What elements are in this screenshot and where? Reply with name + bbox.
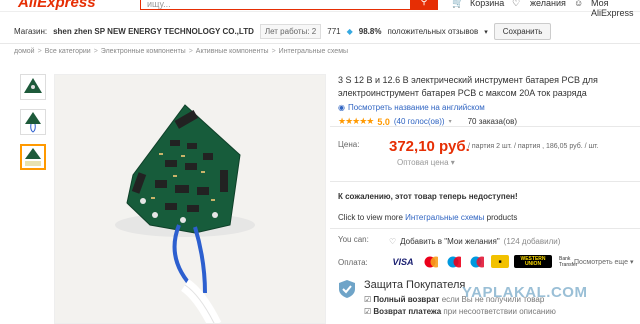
- return-line: ☑ Возврат платежа при несоответствии опи…: [364, 307, 556, 316]
- positive-percent: 98.8%: [358, 27, 382, 36]
- chevron-down-icon[interactable]: ▾: [484, 28, 488, 36]
- thumbnail-strip: [20, 74, 50, 179]
- mastercard-icon: [422, 255, 440, 268]
- view-more-suffix: products: [486, 213, 518, 222]
- breadcrumb-electronics[interactable]: Электронные компоненты: [101, 48, 186, 55]
- you-can-label: You can:: [338, 235, 369, 244]
- aliexpress-logo[interactable]: AliExpress: [18, 0, 96, 11]
- review-count[interactable]: (40 голос(ов)): [394, 117, 445, 126]
- heart-icon: ♡: [389, 237, 397, 246]
- store-years-badge: Лет работы: 2: [259, 24, 322, 39]
- product-thumbnail[interactable]: [20, 74, 46, 100]
- price: 372,10 руб.: [389, 138, 470, 155]
- check-icon: ☑: [364, 295, 372, 304]
- moneygram-icon: ■: [491, 255, 509, 268]
- store-name[interactable]: shen zhen SP NEW ENERGY TECHNOLOGY CO.,L…: [53, 27, 254, 36]
- search-input[interactable]: ищу...: [140, 0, 410, 10]
- view-more-row: Click to view more Интегральные схемы pr…: [338, 213, 517, 222]
- breadcrumb-active-components[interactable]: Активные компоненты: [196, 48, 269, 55]
- view-english-link[interactable]: ◉ Посмотреть название на английском: [338, 103, 638, 112]
- diamond-icon: ◆: [346, 27, 353, 36]
- breadcrumb-ics[interactable]: Интегральные схемы: [279, 48, 348, 55]
- price-unit: / партия 2 шт. / партия , 186,05 руб. / …: [468, 143, 599, 150]
- store-score: 771: [327, 27, 341, 36]
- search-icon: ⚲: [420, 0, 428, 7]
- store-bar: Магазин: shen zhen SP NEW ENERGY TECHNOL…: [0, 20, 640, 44]
- breadcrumb-separator: >: [188, 48, 193, 55]
- unavailable-notice: К сожалению, этот товар теперь недоступе…: [338, 192, 518, 201]
- positive-label: положительных отзывов: [387, 27, 479, 36]
- wishlist-count: (124 добавили): [503, 237, 561, 246]
- breadcrumb-separator: >: [93, 48, 98, 55]
- translate-icon: ◉: [338, 103, 345, 112]
- top-bar: AliExpress ищу... ⚲ 🛒 Корзина ♡ желания …: [0, 0, 640, 18]
- breadcrumb-separator: >: [37, 48, 42, 55]
- more-payment-link[interactable]: Посмотреть еще ▾: [574, 258, 633, 266]
- save-store-button[interactable]: Сохранить: [493, 23, 552, 40]
- visa-icon: VISA: [389, 255, 417, 268]
- wishlist-link[interactable]: желания: [530, 0, 566, 8]
- western-union-icon: WESTERN UNION: [514, 255, 552, 268]
- buyer-protection-title: Защита Покупателя: [364, 279, 466, 291]
- product-info: 3 S 12 В и 12.6 В электрический инструме…: [338, 74, 638, 127]
- payment-methods: VISA ■ WESTERN UNION Bank Transfer: [389, 255, 591, 268]
- product-thumbnail-active[interactable]: [20, 144, 46, 170]
- category-link[interactable]: Интегральные схемы: [405, 213, 484, 222]
- add-to-wishlist-button[interactable]: ♡ Добавить в "Мои желания" (124 добавили…: [389, 237, 560, 246]
- cart-link[interactable]: Корзина: [470, 0, 504, 8]
- view-english-label: Посмотреть название на английском: [347, 103, 485, 112]
- store-label: Магазин:: [14, 27, 48, 36]
- cart-icon[interactable]: 🛒: [452, 0, 463, 9]
- check-icon: ☑: [364, 307, 372, 316]
- breadcrumb-home[interactable]: домой: [14, 48, 35, 55]
- maestro-icon: [468, 255, 486, 268]
- shield-icon: [339, 280, 355, 298]
- view-more-prefix: Click to view more: [338, 213, 403, 222]
- product-title: 3 S 12 В и 12.6 В электрический инструме…: [338, 75, 598, 98]
- user-icon[interactable]: ☺: [574, 0, 583, 8]
- divider: [330, 126, 640, 127]
- wholesale-price-link[interactable]: Оптовая цена ▾: [397, 158, 455, 167]
- breadcrumb: домой > Все категории > Электронные комп…: [14, 48, 348, 55]
- divider: [330, 181, 640, 182]
- order-count: 70 заказа(ов): [467, 117, 517, 126]
- payment-label: Оплата:: [338, 258, 368, 267]
- mastercard-icon: [445, 255, 463, 268]
- price-label: Цена:: [338, 140, 360, 149]
- product-main-image[interactable]: [54, 74, 326, 324]
- watermark: YAPLAKAL.COM: [462, 284, 588, 301]
- chevron-down-icon[interactable]: ▾: [449, 118, 452, 125]
- divider: [330, 228, 640, 229]
- search-button[interactable]: ⚲: [410, 0, 438, 10]
- add-wishlist-label: Добавить в "Мои желания": [400, 237, 500, 246]
- product-thumbnail[interactable]: [20, 109, 46, 135]
- heart-icon[interactable]: ♡: [512, 0, 520, 9]
- breadcrumb-all-categories[interactable]: Все категории: [45, 48, 91, 55]
- account-link[interactable]: Моя AliExpress: [591, 0, 640, 18]
- breadcrumb-separator: >: [271, 48, 276, 55]
- rating-score: 5.0: [377, 116, 390, 127]
